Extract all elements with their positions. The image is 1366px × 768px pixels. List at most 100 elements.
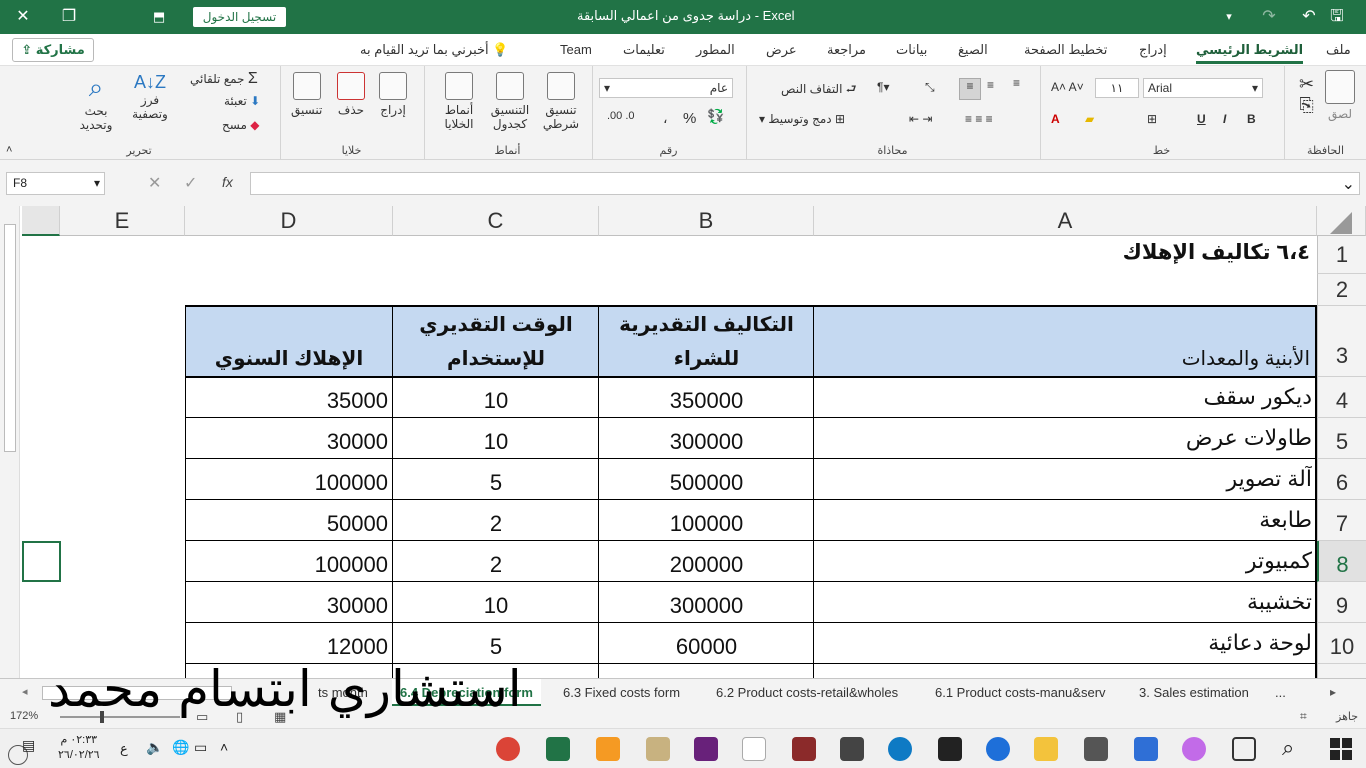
copilot-icon[interactable] (1182, 737, 1206, 761)
row-header-11[interactable] (1317, 664, 1366, 678)
sign-in-button[interactable]: تسجيل الدخول (193, 7, 286, 27)
header-cost-line1[interactable]: التكاليف التقديرية (599, 312, 814, 337)
share-button[interactable]: ⇪ مشاركة (12, 38, 94, 62)
tell-me-box[interactable]: أخبرني بما تريد القيام به 💡 (360, 42, 508, 58)
cell-styles-button[interactable]: أنماط الخلايا (439, 72, 479, 131)
cell-c6[interactable]: 5 (393, 470, 599, 496)
document-icon[interactable] (742, 737, 766, 761)
tab-review[interactable]: مراجعة (827, 42, 866, 58)
sheet-title[interactable]: ٦،٤ تكاليف الإهلاك (900, 240, 1310, 265)
header-assets[interactable]: الأبنية والمعدات (820, 346, 1310, 371)
conditional-formatting-button[interactable]: تنسيق شرطي (537, 72, 585, 131)
excel-icon[interactable] (546, 737, 570, 761)
mail-icon[interactable] (1084, 737, 1108, 761)
sort-filter-button[interactable]: A↓Z فرز وتصفية (130, 72, 170, 121)
cell-b4[interactable]: 350000 (599, 388, 814, 414)
tray-overflow-icon[interactable]: ˄ (220, 739, 228, 755)
font-color-icon[interactable]: A (1051, 112, 1060, 126)
selected-cell-F8[interactable] (22, 541, 61, 582)
text-direction-icon[interactable]: ¶▾ (877, 80, 889, 94)
winrar-icon[interactable] (792, 737, 816, 761)
ribbon-display-icon[interactable]: ⬒ (146, 5, 172, 29)
cell-a7[interactable]: طابعة (820, 507, 1312, 533)
cell-a8[interactable]: كمبيوتر (820, 548, 1312, 574)
header-depreciation[interactable]: الإهلاك السنوي (185, 346, 393, 371)
highlight-icon[interactable]: ▰ (1085, 112, 1094, 126)
formula-input[interactable]: ⌄ (250, 172, 1360, 195)
tab-view[interactable]: عرض (766, 42, 797, 58)
align-bottom-icon[interactable]: ≡ (959, 78, 981, 100)
column-header-E[interactable]: E (60, 206, 185, 236)
sheet-tab-product-manu[interactable]: 6.1 Product costs-manu&serv (935, 685, 1106, 700)
calculator-icon[interactable] (840, 737, 864, 761)
row-header-6[interactable]: 6 (1317, 459, 1366, 500)
cell-a5[interactable]: طاولات عرض (820, 425, 1312, 451)
close-icon[interactable]: ✕ (10, 5, 36, 29)
cell-b6[interactable]: 500000 (599, 470, 814, 496)
header-cost-line2[interactable]: للشراء (599, 346, 814, 371)
tab-page-layout[interactable]: تخطيط الصفحة (1024, 42, 1107, 58)
row-header-8[interactable]: 8 (1317, 541, 1366, 582)
undo-icon[interactable]: ↶ (1296, 5, 1322, 29)
autosum-button[interactable]: جمع تلقائي Σ (190, 70, 258, 88)
find-select-button[interactable]: ⌕ بحث وتحديد (76, 72, 116, 132)
font-size-grow-shrink-icons[interactable]: A˄ A˅ (1051, 80, 1084, 94)
paste-button[interactable]: لصق (1325, 70, 1355, 121)
cell-c9[interactable]: 10 (393, 593, 599, 619)
zoom-level[interactable]: 172% (10, 710, 38, 722)
cell-b8[interactable]: 200000 (599, 552, 814, 578)
app-icon[interactable] (596, 737, 620, 761)
cell-c7[interactable]: 2 (393, 511, 599, 537)
column-header-A[interactable]: A (814, 206, 1317, 236)
column-header-B[interactable]: B (599, 206, 814, 236)
clear-button[interactable]: مسح ◆ (222, 118, 259, 132)
tab-help[interactable]: تعليمات (623, 42, 665, 58)
decimal-buttons[interactable]: .00 .0 (607, 110, 635, 122)
vertical-scrollbar[interactable] (0, 206, 20, 678)
tab-developer[interactable]: المطور (696, 42, 735, 58)
indent-icons[interactable]: ⇤ ⇥ (909, 112, 932, 126)
cancel-icon[interactable]: ✕ (148, 173, 161, 193)
network-icon[interactable]: 🌐 (172, 739, 189, 756)
tab-insert[interactable]: إدراج (1139, 42, 1167, 58)
expand-formula-icon[interactable]: ⌄ (1342, 174, 1355, 194)
delete-cells-button[interactable]: حذف (337, 72, 365, 117)
horizontal-align-icons[interactable]: ≡ ≡ ≡ (965, 112, 993, 126)
cell-a6[interactable]: آلة تصوير (820, 466, 1312, 492)
security-icon[interactable] (938, 737, 962, 761)
row-header-10[interactable]: 10 (1317, 623, 1366, 664)
currency-icon[interactable]: 💱 (707, 108, 724, 125)
restore-icon[interactable]: ❐ (56, 5, 82, 29)
bold-button[interactable]: B (1247, 112, 1256, 126)
tab-team[interactable]: Team (560, 42, 592, 57)
store-icon[interactable] (1134, 737, 1158, 761)
enter-icon[interactable]: ✓ (184, 173, 197, 193)
insert-function-icon[interactable]: fx (222, 174, 233, 190)
accessibility-icon[interactable]: ⌗ (1300, 709, 1307, 724)
orientation-icon[interactable]: ⤡ (925, 80, 935, 95)
cell-d9[interactable]: 30000 (185, 593, 388, 619)
volume-icon[interactable]: 🔈 (146, 739, 163, 756)
underline-button[interactable]: U (1197, 112, 1206, 126)
cell-b10[interactable]: 60000 (599, 634, 814, 660)
sheet-tab-more[interactable]: ... (1275, 685, 1286, 700)
cut-copy-format-icons[interactable]: ✂ ⎘ (1299, 74, 1314, 116)
edge-icon[interactable] (888, 737, 912, 761)
number-format-select[interactable]: ▾ عام (599, 78, 733, 98)
cell-a9[interactable]: تخشيبة (820, 589, 1312, 615)
sheet-tab-product-retail[interactable]: 6.2 Product costs-retail&wholes (716, 685, 898, 700)
percent-button[interactable]: % (683, 110, 696, 127)
header-time-line2[interactable]: للإستخدام (393, 346, 599, 371)
row-header-5[interactable]: 5 (1317, 418, 1366, 459)
select-all-corner[interactable] (1317, 206, 1366, 236)
tab-data[interactable]: بيانات (896, 42, 927, 58)
cell-c4[interactable]: 10 (393, 388, 599, 414)
cell-a10[interactable]: لوحة دعائية (820, 630, 1312, 656)
cell-a4[interactable]: ديكور سقف (820, 384, 1312, 410)
cell-d7[interactable]: 50000 (185, 511, 388, 537)
cell-d6[interactable]: 100000 (185, 470, 388, 496)
align-middle-icon[interactable]: ≡ (987, 78, 994, 92)
cell-d10[interactable]: 12000 (185, 634, 388, 660)
hscroll-left-icon[interactable]: ◂ (22, 685, 28, 698)
italic-button[interactable]: I (1223, 112, 1226, 126)
